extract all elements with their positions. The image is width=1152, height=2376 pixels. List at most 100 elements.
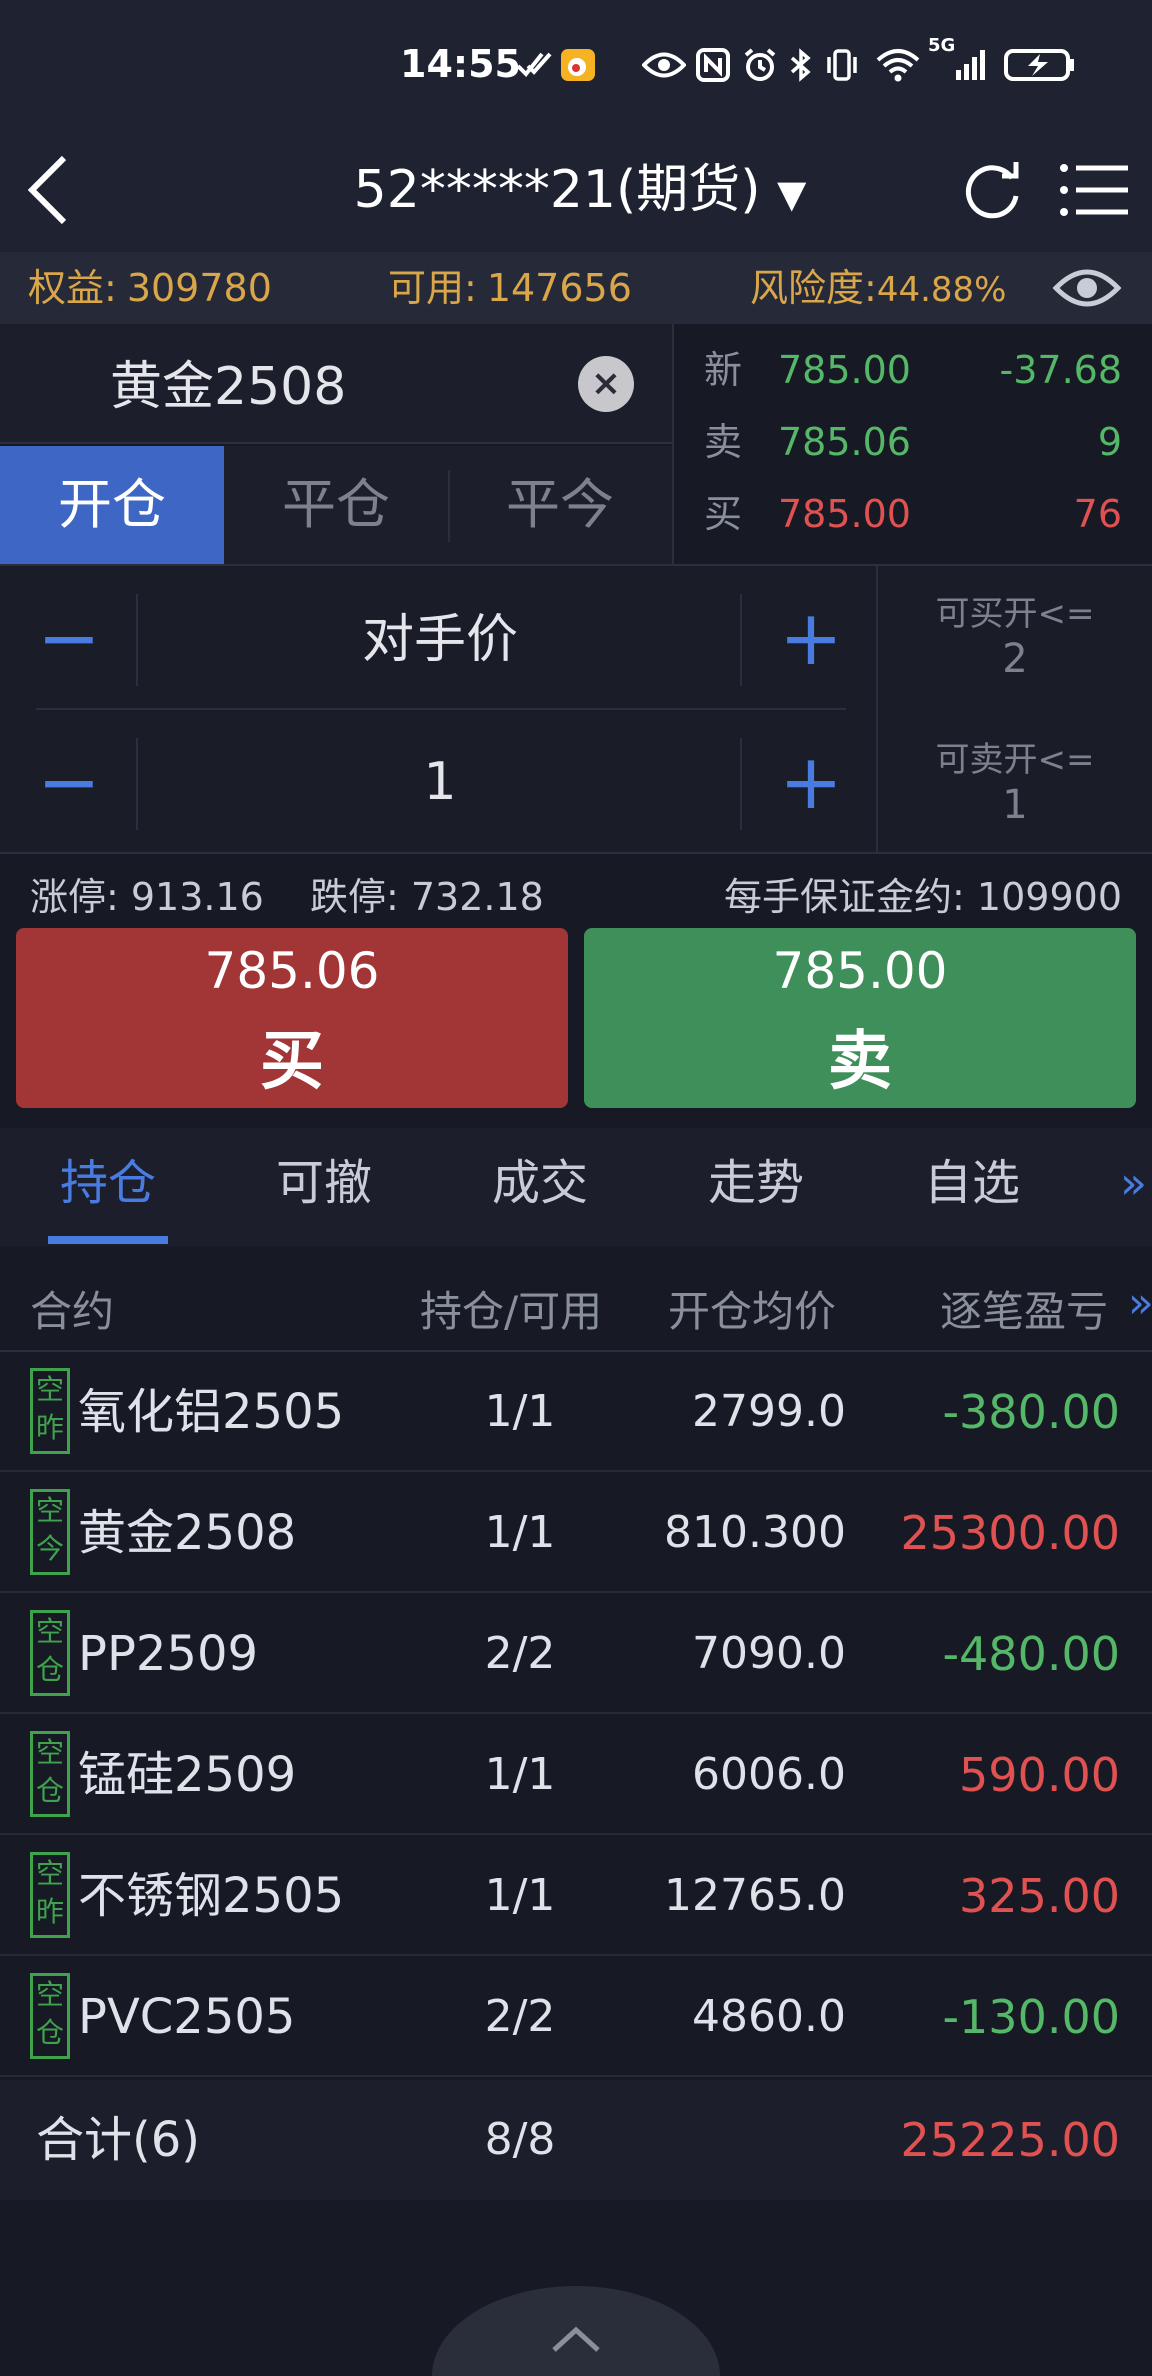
- chevron-up-icon: [544, 2318, 608, 2358]
- position-tag: 空仓: [30, 1973, 70, 2059]
- position-tag: 空仓: [30, 1610, 70, 1696]
- row-contract: 锰硅2509: [78, 1747, 297, 1803]
- position-tag: 空昨: [30, 1852, 70, 1938]
- can-sell-value: 1: [1002, 782, 1028, 828]
- back-button[interactable]: [20, 150, 80, 230]
- row-position: 2/2: [484, 1991, 556, 2042]
- tag-direction: 空: [35, 1857, 64, 1890]
- row-contract: 不锈钢2505: [78, 1868, 345, 1924]
- divider: [740, 594, 742, 686]
- buy-button[interactable]: 785.06 买: [16, 928, 568, 1108]
- table-row[interactable]: 空昨 氧化铝2505 1/1 2799.0 -380.00: [0, 1352, 1152, 1472]
- quantity-plus-button[interactable]: +: [766, 732, 856, 832]
- status-time: 14:55: [400, 42, 521, 86]
- alarm-icon: [742, 48, 778, 82]
- divider: [136, 738, 138, 830]
- price-minus-button[interactable]: −: [24, 588, 114, 688]
- tab-close-today[interactable]: 平今: [448, 446, 672, 564]
- dropdown-arrow-icon: ▼: [777, 172, 807, 216]
- sell-button[interactable]: 785.00 卖: [584, 928, 1136, 1108]
- signal-5g-icon: 5G: [928, 36, 990, 82]
- quote-volume: 9: [1097, 420, 1122, 464]
- tab-trades[interactable]: 成交: [460, 1128, 620, 1238]
- quote-row-bid[interactable]: 买 785.00 76: [674, 478, 1152, 550]
- refresh-button[interactable]: [960, 150, 1026, 230]
- sell-label: 卖: [828, 1025, 892, 1099]
- equity-value: 309780: [126, 266, 272, 310]
- quote-change: -37.68: [999, 348, 1123, 392]
- divider: [136, 594, 138, 686]
- row-avg-price: 7090.0: [692, 1628, 846, 1679]
- quantity-minus-button[interactable]: −: [24, 732, 114, 832]
- tag-type: 仓: [35, 1653, 64, 1686]
- eye-icon: [641, 48, 687, 82]
- tab-close-position[interactable]: 平仓: [224, 446, 448, 564]
- price-plus-button[interactable]: +: [766, 588, 856, 688]
- tag-direction: 空: [35, 1373, 64, 1406]
- row-pl: -380.00: [942, 1385, 1120, 1439]
- risk-label: 风险度:: [750, 266, 877, 310]
- table-row[interactable]: 空仓 PP2509 2/2 7090.0 -480.00: [0, 1594, 1152, 1714]
- buy-label: 买: [260, 1025, 324, 1099]
- quote-row-ask[interactable]: 卖 785.06 9: [674, 406, 1152, 478]
- row-pl: 25300.00: [900, 1506, 1121, 1560]
- available-label: 可用:: [388, 266, 477, 310]
- tag-direction: 空: [35, 1978, 64, 2011]
- total-position: 8/8: [484, 2114, 556, 2165]
- weibo-app-icon: [560, 48, 596, 82]
- position-tag: 空今: [30, 1489, 70, 1575]
- row-position: 1/1: [484, 1870, 556, 1921]
- header-avg-price: 开仓均价: [668, 1287, 837, 1336]
- tag-type: 昨: [35, 1411, 64, 1444]
- price-type-selector[interactable]: 对手价: [140, 590, 740, 690]
- can-buy-label: 可买开<=: [935, 594, 1095, 634]
- menu-button[interactable]: [1058, 150, 1132, 230]
- quantity-input[interactable]: 1: [140, 732, 740, 832]
- quote-price: 785.00: [778, 492, 911, 536]
- row-position: 1/1: [484, 1386, 556, 1437]
- account-summary-bar: 权益: 309780 可用: 147656 风险度:44.88%: [0, 252, 1152, 324]
- quote-label: 新: [704, 348, 743, 392]
- equity-summary: 权益: 309780: [28, 252, 272, 324]
- table-row[interactable]: 空仓 PVC2505 2/2 4860.0 -130.00: [0, 1957, 1152, 2077]
- row-pl: -130.00: [942, 1990, 1120, 2044]
- row-contract: 黄金2508: [78, 1505, 297, 1561]
- tab-open-position[interactable]: 开仓: [0, 446, 224, 564]
- can-sell-label: 可卖开<=: [935, 740, 1095, 780]
- table-row[interactable]: 空今 黄金2508 1/1 810.300 25300.00: [0, 1473, 1152, 1593]
- table-row[interactable]: 空仓 锰硅2509 1/1 6006.0 590.00: [0, 1715, 1152, 1835]
- tab-watchlist[interactable]: 自选: [892, 1128, 1052, 1238]
- margin-per-lot: 每手保证金约: 109900: [724, 875, 1122, 919]
- tab-positions[interactable]: 持仓: [28, 1128, 188, 1238]
- risk-value: 44.88%: [876, 270, 1007, 310]
- row-contract: 氧化铝2505: [78, 1384, 345, 1440]
- quote-label: 卖: [704, 420, 743, 464]
- row-avg-price: 4860.0: [692, 1991, 846, 2042]
- toggle-visibility-button[interactable]: [1052, 262, 1122, 314]
- table-row[interactable]: 空昨 不锈钢2505 1/1 12765.0 325.00: [0, 1836, 1152, 1956]
- sell-price: 785.00: [772, 942, 948, 1000]
- tab-cancelable[interactable]: 可撤: [244, 1128, 404, 1238]
- chevron-left-icon: [27, 155, 67, 225]
- account-selector[interactable]: 52*****21(期货) ▼: [300, 150, 860, 230]
- buy-price: 785.06: [204, 942, 380, 1000]
- list-menu-icon: [1060, 164, 1128, 216]
- clear-contract-button[interactable]: ×: [578, 356, 634, 412]
- tab-trend[interactable]: 走势: [676, 1128, 836, 1238]
- eye-icon: [1052, 269, 1122, 307]
- row-position: 1/1: [484, 1749, 556, 1800]
- quote-price: 785.06: [778, 420, 911, 464]
- total-pl: 25225.00: [900, 2113, 1121, 2167]
- more-columns-icon[interactable]: »: [1128, 1278, 1152, 1327]
- row-pl: -480.00: [942, 1627, 1120, 1681]
- row-avg-price: 12765.0: [664, 1870, 846, 1921]
- row-avg-price: 2799.0: [692, 1386, 846, 1437]
- tag-type: 昨: [35, 1895, 64, 1928]
- divider: [36, 708, 846, 710]
- available-value: 147656: [486, 266, 632, 310]
- more-tabs-icon[interactable]: »: [1120, 1158, 1152, 1209]
- header-position: 持仓/可用: [420, 1287, 603, 1336]
- tag-direction: 空: [35, 1615, 64, 1648]
- tag-direction: 空: [35, 1736, 64, 1769]
- tag-type: 仓: [35, 2016, 64, 2049]
